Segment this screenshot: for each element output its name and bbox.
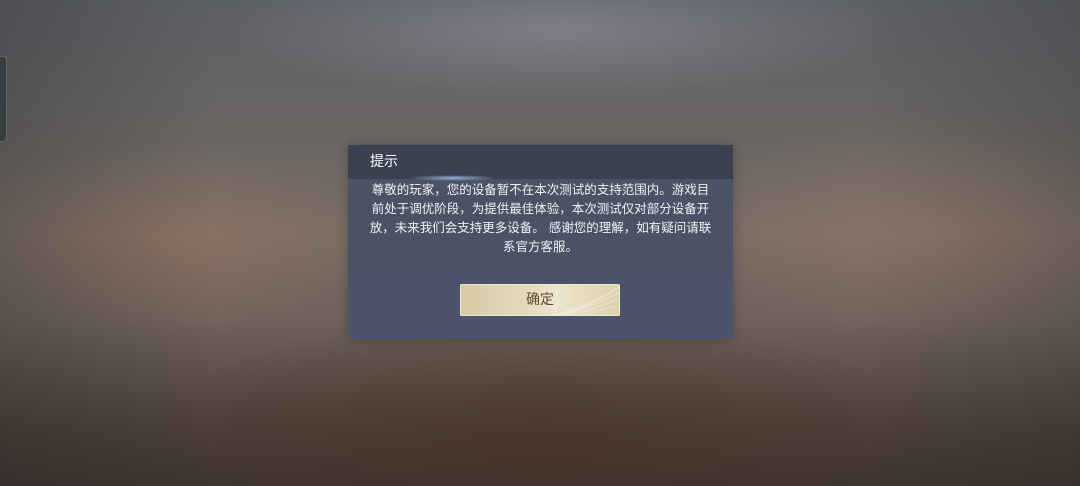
dialog-title: 提示 xyxy=(370,154,398,170)
side-panel-tab[interactable] xyxy=(0,56,7,142)
dialog-header: 提示 xyxy=(348,145,733,179)
confirm-button[interactable]: 确定 xyxy=(460,284,620,316)
notice-dialog: 提示 尊敬的玩家，您的设备暂不在本次测试的支持范围内。游戏目 前处于调优阶段，为… xyxy=(348,145,733,339)
confirm-button-label: 确定 xyxy=(526,292,554,308)
button-swirl-decoration xyxy=(553,286,619,315)
dialog-message: 尊敬的玩家，您的设备暂不在本次测试的支持范围内。游戏目 前处于调优阶段，为提供最… xyxy=(369,182,712,254)
